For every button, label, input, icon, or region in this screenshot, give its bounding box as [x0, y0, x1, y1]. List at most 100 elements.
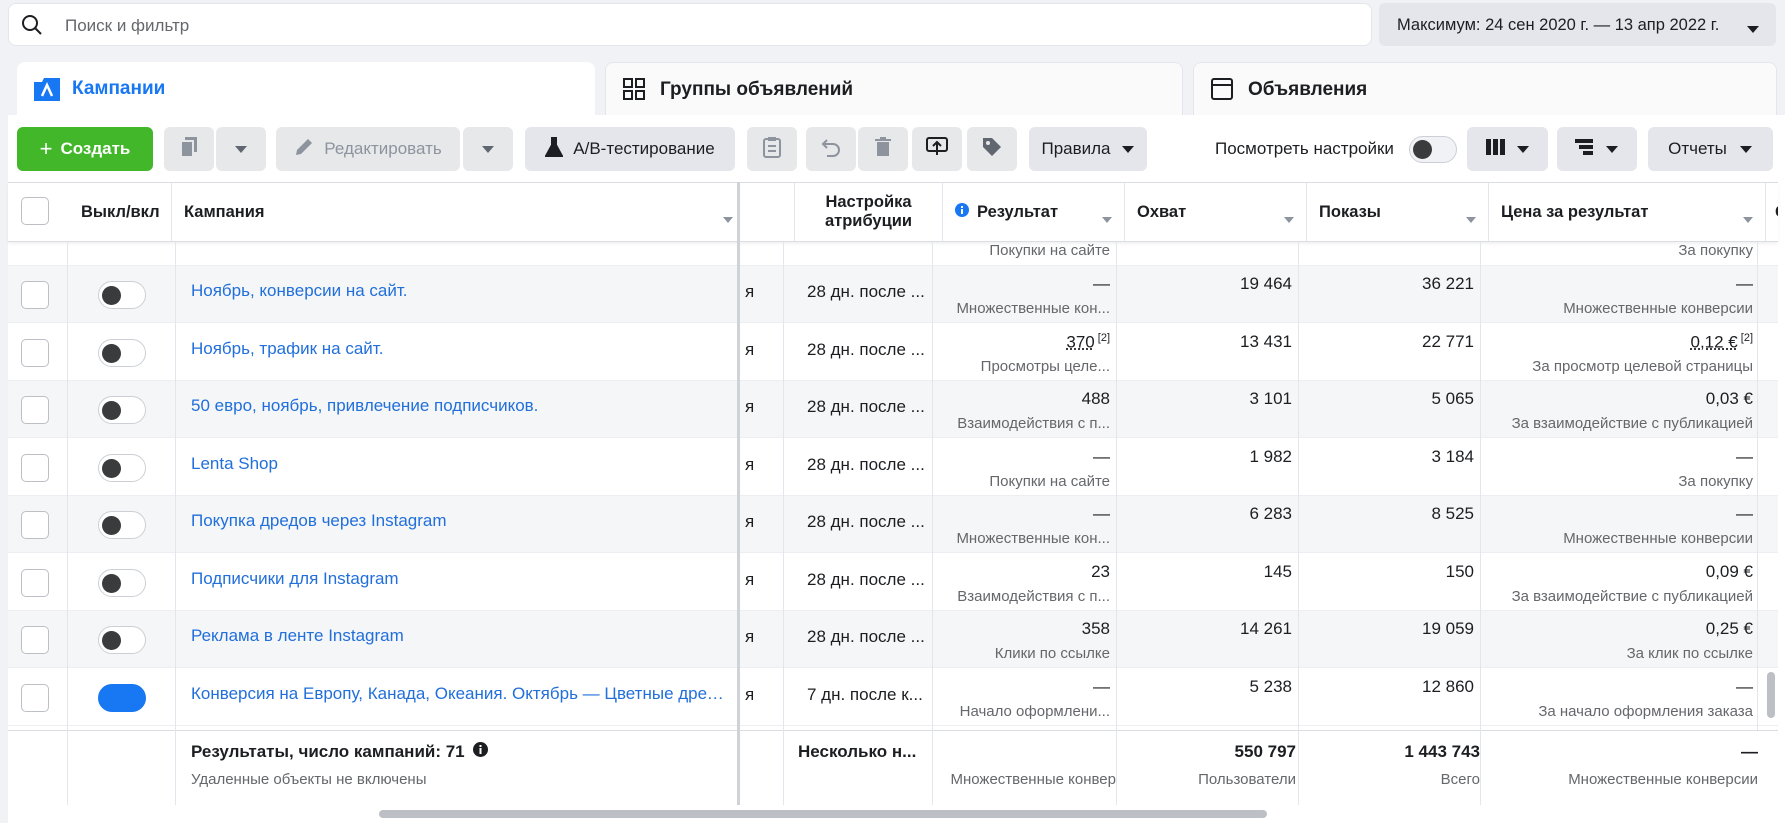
col-cost[interactable]: Цена за результат: [1488, 183, 1765, 241]
info-icon[interactable]: [472, 742, 488, 762]
campaign-toggle[interactable]: [98, 453, 146, 482]
table-row[interactable]: Ноябрь, трафик на сайт. я 28 дн. после ...…: [8, 324, 1778, 381]
tab-label: Группы объявлений: [660, 79, 854, 100]
create-button[interactable]: + Создать: [17, 127, 153, 171]
result-sub: Взаимодействия с п...: [957, 415, 1110, 432]
campaign-toggle[interactable]: [98, 626, 146, 654]
ab-test-button[interactable]: A/B-тестирование: [525, 127, 735, 171]
campaign-toggle[interactable]: [98, 511, 146, 539]
footer-title-wrap: Результаты, число кампаний: 71: [191, 742, 488, 762]
campaign-name-link[interactable]: Покупка дредов через Instagram: [191, 511, 447, 531]
columns-button[interactable]: [1467, 127, 1548, 171]
export-icon: [926, 136, 948, 162]
result-cell: 370 [2]: [942, 332, 1110, 353]
result-value: 488: [1081, 389, 1110, 408]
result-value: 23: [1091, 561, 1110, 581]
export-button[interactable]: [912, 127, 962, 171]
attribution-value: 28 дн. после ...: [807, 454, 925, 474]
date-range-picker[interactable]: Максимум: 24 сен 2020 г. — 13 апр 2022 г…: [1379, 3, 1776, 46]
footer-impr: 1 443 743: [1404, 742, 1480, 761]
view-settings-toggle[interactable]: [1409, 136, 1457, 163]
columns-icon: [1485, 138, 1506, 160]
campaign-name-link[interactable]: Конверсия на Европу, Канада, Океания. Ок…: [191, 684, 726, 704]
rules-label: Правила: [1041, 139, 1111, 158]
row-checkbox[interactable]: [21, 396, 49, 424]
edit-dropdown[interactable]: [463, 127, 513, 171]
table-row[interactable]: Покупка дредов через Instagram я 28 дн. по…: [8, 496, 1778, 553]
campaign-toggle[interactable]: [98, 396, 146, 424]
col-impressions[interactable]: Показы: [1306, 183, 1488, 241]
col-next[interactable]: С: [1765, 183, 1778, 241]
result-cell: —: [942, 504, 1110, 524]
campaign-toggle[interactable]: [98, 281, 146, 309]
tab-ad-sets[interactable]: Группы объявлений: [605, 62, 1183, 118]
chevron-down-icon: [1739, 139, 1753, 159]
horizontal-scrollbar[interactable]: [379, 810, 1267, 818]
tab-ads[interactable]: Объявления: [1193, 62, 1777, 118]
impressions-value: 8 525: [1431, 504, 1474, 523]
campaign-toggle[interactable]: [98, 568, 146, 597]
tag-button[interactable]: [967, 127, 1017, 171]
cost-sub: За покупку: [1678, 242, 1753, 259]
table-row[interactable]: Lenta Shop я 28 дн. после ... — Покупки на с…: [8, 439, 1778, 496]
row-checkbox[interactable]: [21, 511, 49, 539]
col-onoff[interactable]: Выкл/вкл: [81, 183, 171, 241]
sort-icon: [1284, 209, 1294, 228]
cost-value: 0,09 €: [1705, 561, 1753, 581]
attribution-value: 28 дн. после ...: [807, 627, 925, 646]
flask-icon: [544, 136, 564, 162]
reports-button[interactable]: Отчеты: [1648, 127, 1773, 171]
rules-button[interactable]: Правила: [1029, 127, 1147, 171]
col-attribution[interactable]: Настройка атрибуции: [794, 183, 942, 241]
delete-button[interactable]: [858, 127, 908, 171]
tab-label: Кампании: [72, 78, 166, 99]
col-result[interactable]: Результат: [942, 183, 1124, 241]
col-reach[interactable]: Охват: [1124, 183, 1306, 241]
frozen-column-divider[interactable]: [737, 182, 740, 805]
row-checkbox[interactable]: [21, 281, 49, 309]
sort-icon: [1102, 209, 1112, 228]
clipboard-button[interactable]: [747, 127, 797, 171]
cost-cell: 0,03 €: [1488, 389, 1753, 409]
search-bar[interactable]: Поиск и фильтр: [8, 3, 1372, 46]
table-row[interactable]: 50 евро, ноябрь, привлечение подписчиков…: [8, 381, 1778, 438]
cost-sub: За просмотр целевой страницы: [1532, 357, 1753, 375]
campaign-name-link[interactable]: Ноябрь, трафик на сайт.: [191, 339, 383, 359]
table-row[interactable]: Конверсия на Европу, Канада, Океания. Ок…: [8, 669, 1778, 726]
edit-button[interactable]: Редактировать: [276, 127, 460, 171]
campaign-name-link[interactable]: Подписчики для Instagram: [191, 569, 399, 589]
table-row[interactable]: Реклама в ленте Instagram я 28 дн. после .…: [8, 611, 1778, 668]
row-checkbox[interactable]: [21, 453, 49, 482]
attribution-value: 28 дн. после ...: [807, 397, 925, 416]
breakdown-button[interactable]: [1557, 127, 1637, 171]
date-range-label: Максимум: 24 сен 2020 г. — 13 апр 2022 г…: [1397, 16, 1720, 34]
campaign-name-link[interactable]: 50 евро, ноябрь, привлечение подписчиков…: [191, 396, 538, 416]
campaign-name-link[interactable]: Lenta Shop: [191, 454, 278, 474]
chevron-down-icon: [481, 139, 495, 159]
row-checkbox[interactable]: [21, 568, 49, 597]
row-checkbox[interactable]: [21, 683, 49, 712]
row-checkbox[interactable]: [21, 338, 49, 367]
campaign-name-link[interactable]: Ноябрь, конверсии на сайт.: [191, 281, 408, 301]
duplicate-dropdown[interactable]: [216, 127, 266, 171]
table-row[interactable]: Подписчики для Instagram я 28 дн. после ..…: [8, 554, 1778, 611]
tab-campaigns[interactable]: Кампании: [17, 62, 595, 118]
vertical-scrollbar[interactable]: [1767, 672, 1775, 718]
reach-value: 13 431: [1240, 331, 1292, 351]
footer-cost: —: [1741, 742, 1758, 761]
row-checkbox[interactable]: [21, 626, 49, 654]
hidden-column-fragment: я: [745, 627, 755, 646]
cost-sub: За взаимодействие с публикацией: [1511, 587, 1753, 605]
campaign-toggle[interactable]: [98, 683, 146, 712]
duplicate-button[interactable]: [164, 127, 214, 171]
campaign-toggle[interactable]: [98, 338, 146, 367]
select-all-checkbox[interactable]: [21, 197, 49, 225]
view-settings-label: Посмотреть настройки: [1215, 139, 1394, 158]
col-divider: [1298, 242, 1299, 805]
table-row[interactable]: Ноябрь, конверсии на сайт. я 28 дн. после …: [8, 266, 1778, 323]
result-value: —: [1093, 504, 1110, 523]
campaign-name-link[interactable]: Реклама в ленте Instagram: [191, 626, 404, 646]
undo-button[interactable]: [806, 127, 856, 171]
search-input[interactable]: Поиск и фильтр: [65, 16, 189, 36]
col-campaign[interactable]: Кампания: [171, 183, 745, 241]
